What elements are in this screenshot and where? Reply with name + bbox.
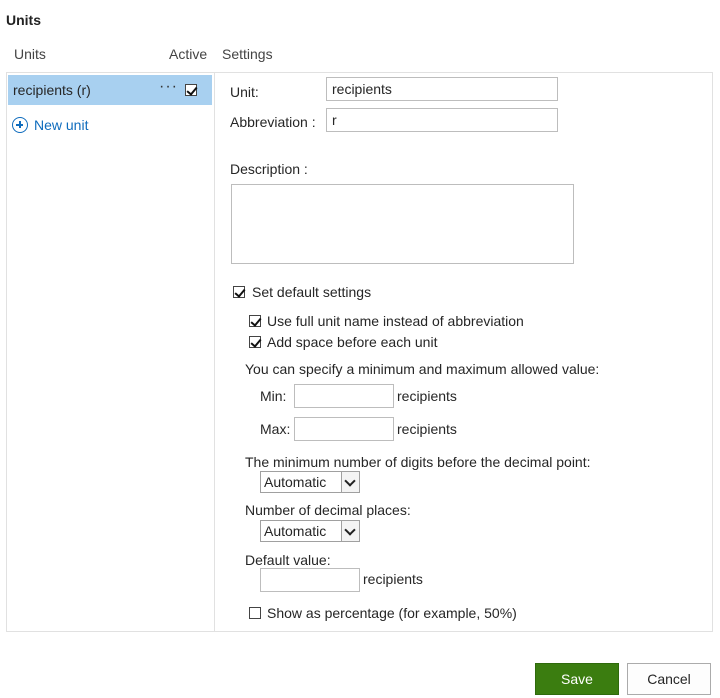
abbreviation-input[interactable] (326, 108, 558, 132)
default-value-input[interactable] (260, 568, 360, 592)
show-percentage-label: Show as percentage (for example, 50%) (267, 605, 517, 621)
add-circle-icon (12, 117, 28, 133)
min-digits-label: The minimum number of digits before the … (245, 454, 591, 470)
new-unit-label: New unit (34, 117, 89, 133)
set-default-checkbox[interactable] (233, 286, 245, 298)
decimal-places-select[interactable]: Automatic (260, 520, 360, 542)
show-percentage-checkbox[interactable] (249, 607, 261, 619)
default-value-label: Default value: (245, 552, 331, 568)
max-input[interactable] (294, 417, 394, 441)
set-default-label: Set default settings (252, 284, 372, 300)
max-unit-label: recipients (397, 421, 457, 437)
unit-active-checkbox[interactable] (185, 84, 197, 96)
units-panel (6, 72, 713, 632)
unit-name-label: Unit: (230, 84, 259, 100)
decimal-places-label: Number of decimal places: (245, 502, 411, 518)
unit-list-item[interactable]: recipients (r) ··· (8, 75, 212, 105)
minmax-intro-text: You can specify a minimum and maximum al… (245, 361, 600, 377)
add-space-checkbox[interactable] (249, 336, 261, 348)
max-label: Max: (260, 421, 291, 437)
min-label: Min: (260, 388, 287, 404)
min-unit-label: recipients (397, 388, 457, 404)
column-header-units: Units (14, 46, 46, 62)
description-label: Description : (230, 161, 308, 177)
min-digits-value: Automatic (264, 474, 327, 490)
panel-divider (214, 72, 215, 632)
save-button[interactable]: Save (535, 663, 619, 695)
unit-name-input[interactable] (326, 77, 558, 101)
min-digits-select[interactable]: Automatic (260, 471, 360, 493)
description-textarea[interactable] (231, 184, 574, 264)
default-value-unit-label: recipients (363, 571, 423, 587)
chevron-down-icon (341, 521, 359, 541)
use-full-name-checkbox[interactable] (249, 315, 261, 327)
decimal-places-value: Automatic (264, 523, 327, 539)
page-title: Units (6, 12, 41, 28)
column-header-active: Active (169, 46, 208, 62)
use-full-name-label: Use full unit name instead of abbreviati… (267, 313, 524, 329)
min-input[interactable] (294, 384, 394, 408)
unit-item-label: recipients (r) (13, 82, 91, 98)
abbreviation-label: Abbreviation : (230, 114, 316, 130)
cancel-button[interactable]: Cancel (627, 663, 711, 695)
chevron-down-icon (341, 472, 359, 492)
add-space-label: Add space before each unit (267, 334, 438, 350)
column-header-settings: Settings (222, 46, 273, 62)
more-options-icon[interactable]: ··· (159, 78, 178, 96)
